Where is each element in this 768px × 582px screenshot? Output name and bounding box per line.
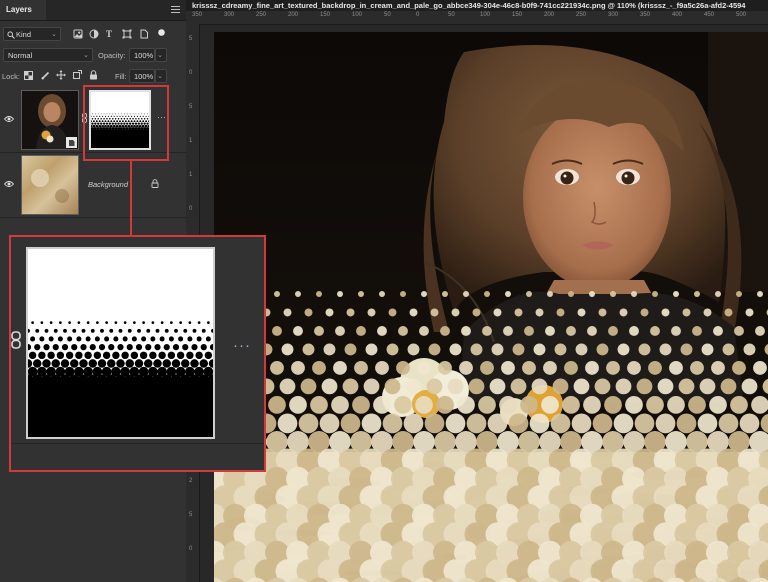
ruler-tick-label: 450 [704,12,715,18]
panel-menu-icon[interactable] [171,6,180,14]
link-icon[interactable] [11,331,21,349]
layer-row-background[interactable]: Background [0,153,186,218]
ruler-tick-label: 200 [544,12,555,18]
eye-icon[interactable] [4,115,14,123]
lock-artboard-icon[interactable] [72,70,82,80]
ruler-tick-label: 250 [256,12,267,18]
image-canvas[interactable] [214,32,768,582]
pixel-filter-icon[interactable] [73,29,83,39]
ruler-tick-label: 0 [189,546,193,552]
blend-mode-select[interactable]: Normal ⌄ [3,48,93,62]
lock-transparent-pixels-icon[interactable] [24,71,33,80]
smart-object-badge-icon [66,137,77,148]
lock-row: Lock: Fill: 100% ⌄ [0,68,186,84]
filter-kind-select[interactable]: Kind ⌄ [3,27,61,41]
ruler-tick-label: 250 [576,12,587,18]
ruler-tick-label: 0 [189,206,193,212]
ruler-tick-label: 1 [189,172,193,178]
layer-thumbnail-portrait[interactable] [21,90,79,150]
ruler-tick-label: 0 [416,12,420,18]
mask-zoom-callout: ··· [9,235,266,472]
document-tab-title[interactable]: krisssz_cdreamy_fine_art_textured_backdr… [186,0,768,11]
ruler-top: 350 300 250 200 150 100 50 0 50 100 150 200 250 300 35… [186,11,768,25]
blend-row: Normal ⌄ Opacity: 100% ⌄ [0,47,186,63]
ruler-tick-label: 5 [189,36,193,42]
ruler-tick-label: 100 [480,12,491,18]
ruler-tick-label: 200 [288,12,299,18]
tab-layers[interactable]: Layers [0,0,46,20]
ruler-tick-label: 1 [189,138,193,144]
opacity-label: Opacity: [98,51,126,60]
ruler-tick-label: 300 [224,12,235,18]
ruler-tick-label: 50 [448,12,455,18]
ruler-tick-label: 100 [352,12,363,18]
lock-all-icon[interactable] [89,70,98,80]
type-filter-icon[interactable]: T [106,29,112,39]
ruler-tick-label: 500 [736,12,747,18]
layer-name-background[interactable]: Background [88,180,128,189]
ruler-tick-label: 50 [384,12,391,18]
chevron-down-icon: ⌄ [51,31,57,38]
shape-filter-icon[interactable] [122,29,132,39]
opacity-dropdown[interactable]: ⌄ [155,48,167,62]
chevron-down-icon: ⌄ [157,52,163,59]
ruler-tick-label: 5 [189,512,193,518]
mask-highlight-frame [83,85,169,161]
ruler-tick-label: 5 [189,104,193,110]
lock-position-icon[interactable] [56,70,66,80]
smart-object-filter-icon[interactable] [139,29,149,39]
eye-icon[interactable] [4,180,14,188]
fill-dropdown[interactable]: ⌄ [155,69,167,83]
more-icon[interactable]: ··· [233,338,251,353]
fill-field[interactable]: 100% [129,69,155,83]
fill-label: Fill: [115,72,127,81]
callout-connector-line [130,161,132,235]
lock-icon[interactable] [151,179,159,188]
adjustment-filter-icon[interactable] [89,29,99,39]
search-icon [7,31,15,39]
ruler-tick-label: 150 [512,12,523,18]
opacity-value: 100% [134,51,154,60]
ruler-tick-label: 0 [189,70,193,76]
canvas-artwork [214,32,768,582]
halftone-mask-preview [28,249,213,437]
ruler-tick-label: 150 [320,12,331,18]
lock-label: Lock: [2,72,20,81]
layer-divider [11,443,264,444]
ruler-tick-label: 350 [640,12,651,18]
filter-toggle-icon[interactable] [157,28,166,37]
ruler-tick-label: 2 [189,478,193,484]
ruler-tick-label: 400 [672,12,683,18]
filter-row: Kind ⌄ T [0,26,186,42]
layer-thumbnail-background[interactable] [21,155,79,215]
lock-image-pixels-icon[interactable] [41,71,50,80]
fill-value: 100% [134,72,154,81]
blend-mode-value: Normal [8,51,33,60]
opacity-field[interactable]: 100% [129,48,155,62]
ruler-tick-label: 300 [608,12,619,18]
filter-kind-label: Kind [16,30,32,39]
chevron-down-icon: ⌄ [157,73,163,80]
panel-tab-bar: Layers [0,0,186,21]
layer-mask-thumbnail-enlarged[interactable] [26,247,215,439]
chevron-down-icon: ⌄ [83,52,89,59]
ruler-tick-label: 350 [192,12,203,18]
